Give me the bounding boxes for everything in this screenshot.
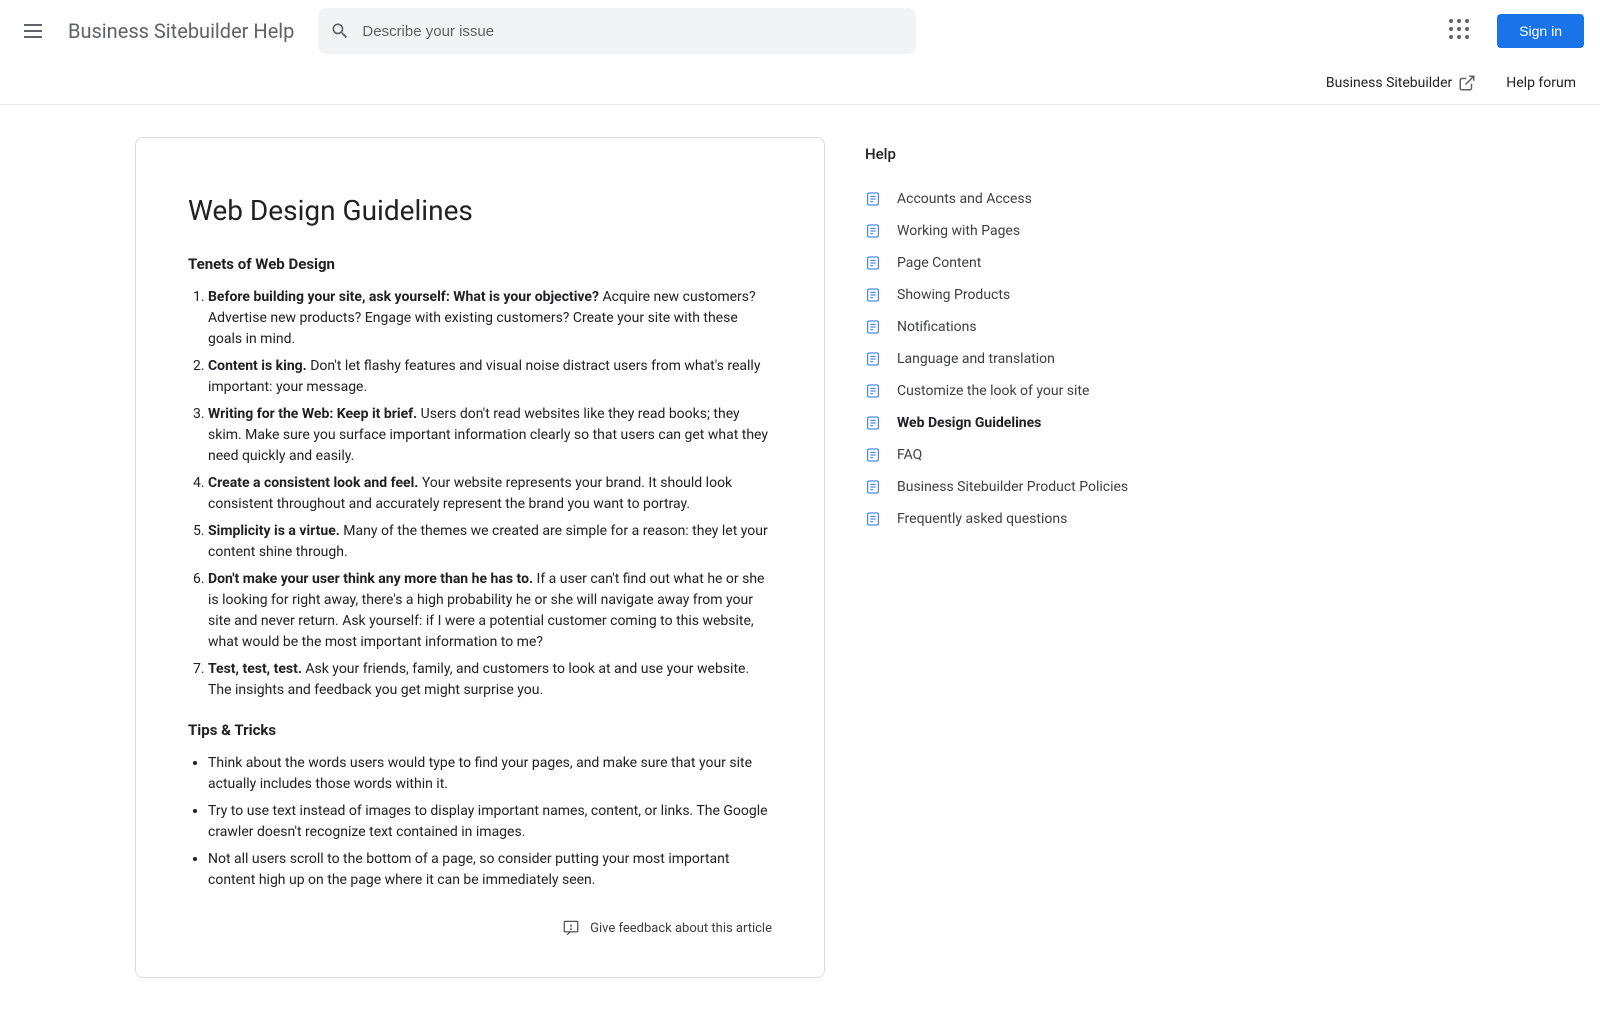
tenet-item: Content is king. Don't let flashy featur… — [208, 356, 772, 398]
header-right: Sign in — [1441, 11, 1584, 51]
feedback-link[interactable]: Give feedback about this article — [188, 919, 772, 937]
tip-item: Try to use text instead of images to dis… — [208, 801, 772, 843]
tenet-bold: Content is king. — [208, 358, 307, 374]
tenet-item: Test, test, test. Ask your friends, fami… — [208, 659, 772, 701]
help-sidebar-item[interactable]: FAQ — [865, 439, 1165, 471]
help-sidebar-item[interactable]: Notifications — [865, 311, 1165, 343]
article-icon — [865, 511, 881, 527]
tenet-bold: Test, test, test. — [208, 661, 302, 677]
sidebar-heading: Help — [865, 145, 1165, 163]
help-sidebar-item[interactable]: Showing Products — [865, 279, 1165, 311]
help-item-label: Page Content — [897, 255, 981, 271]
product-link[interactable]: Business Sitebuilder — [1326, 74, 1476, 92]
help-forum-link[interactable]: Help forum — [1506, 75, 1576, 91]
article-icon — [865, 479, 881, 495]
article-icon — [865, 287, 881, 303]
apps-grid-icon[interactable] — [1441, 11, 1481, 51]
tenet-bold: Don't make your user think any more than… — [208, 571, 533, 587]
help-item-label: Web Design Guidelines — [897, 415, 1041, 431]
article-icon — [865, 223, 881, 239]
site-title: Business Sitebuilder Help — [68, 19, 294, 43]
article-icon — [865, 255, 881, 271]
tenet-bold: Before building your site, ask yourself:… — [208, 289, 599, 305]
article-title: Web Design Guidelines — [188, 194, 772, 227]
article-card: Web Design Guidelines Tenets of Web Desi… — [135, 137, 825, 978]
sub-header: Business Sitebuilder Help forum — [0, 62, 1600, 105]
tenets-list: Before building your site, ask yourself:… — [188, 287, 772, 701]
tip-item: Not all users scroll to the bottom of a … — [208, 849, 772, 891]
tip-item: Think about the words users would type t… — [208, 753, 772, 795]
tenet-bold: Writing for the Web: Keep it brief. — [208, 406, 417, 422]
article-icon — [865, 191, 881, 207]
hamburger-menu-icon[interactable] — [16, 11, 56, 51]
tenet-item: Create a consistent look and feel. Your … — [208, 473, 772, 515]
help-sidebar-item[interactable]: Business Sitebuilder Product Policies — [865, 471, 1165, 503]
section-heading-tips: Tips & Tricks — [188, 721, 772, 739]
help-sidebar-item[interactable]: Language and translation — [865, 343, 1165, 375]
help-item-label: Showing Products — [897, 287, 1010, 303]
help-item-label: FAQ — [897, 447, 922, 463]
help-sidebar-item[interactable]: Working with Pages — [865, 215, 1165, 247]
search-icon — [330, 21, 350, 41]
help-item-label: Frequently asked questions — [897, 511, 1067, 527]
article-icon — [865, 319, 881, 335]
open-external-icon — [1458, 74, 1476, 92]
help-sidebar-item[interactable]: Page Content — [865, 247, 1165, 279]
feedback-icon — [562, 919, 580, 937]
top-header: Business Sitebuilder Help Sign in — [0, 0, 1600, 62]
help-item-label: Language and translation — [897, 351, 1055, 367]
main-content: Web Design Guidelines Tenets of Web Desi… — [115, 105, 1485, 1010]
article-icon — [865, 415, 881, 431]
help-item-label: Notifications — [897, 319, 977, 335]
feedback-label: Give feedback about this article — [590, 921, 772, 936]
help-item-label: Customize the look of your site — [897, 383, 1089, 399]
help-item-label: Working with Pages — [897, 223, 1020, 239]
tenet-bold: Simplicity is a virtue. — [208, 523, 340, 539]
help-item-label: Accounts and Access — [897, 191, 1032, 207]
tenet-item: Before building your site, ask yourself:… — [208, 287, 772, 350]
help-sidebar-item[interactable]: Customize the look of your site — [865, 375, 1165, 407]
help-sidebar-item[interactable]: Web Design Guidelines — [865, 407, 1165, 439]
article-icon — [865, 447, 881, 463]
search-input[interactable] — [362, 23, 904, 40]
article-icon — [865, 351, 881, 367]
help-sidebar-item[interactable]: Frequently asked questions — [865, 503, 1165, 535]
tenet-item: Simplicity is a virtue. Many of the them… — [208, 521, 772, 563]
help-sidebar-item[interactable]: Accounts and Access — [865, 183, 1165, 215]
section-heading-tenets: Tenets of Web Design — [188, 255, 772, 273]
tenet-item: Writing for the Web: Keep it brief. User… — [208, 404, 772, 467]
search-bar[interactable] — [318, 8, 916, 54]
help-sidebar: Help Accounts and Access Working with Pag… — [865, 137, 1165, 978]
signin-button[interactable]: Sign in — [1497, 14, 1584, 48]
product-link-label: Business Sitebuilder — [1326, 75, 1452, 91]
tips-list: Think about the words users would type t… — [188, 753, 772, 891]
tenet-item: Don't make your user think any more than… — [208, 569, 772, 653]
help-item-label: Business Sitebuilder Product Policies — [897, 479, 1128, 495]
tenet-bold: Create a consistent look and feel. — [208, 475, 418, 491]
article-icon — [865, 383, 881, 399]
